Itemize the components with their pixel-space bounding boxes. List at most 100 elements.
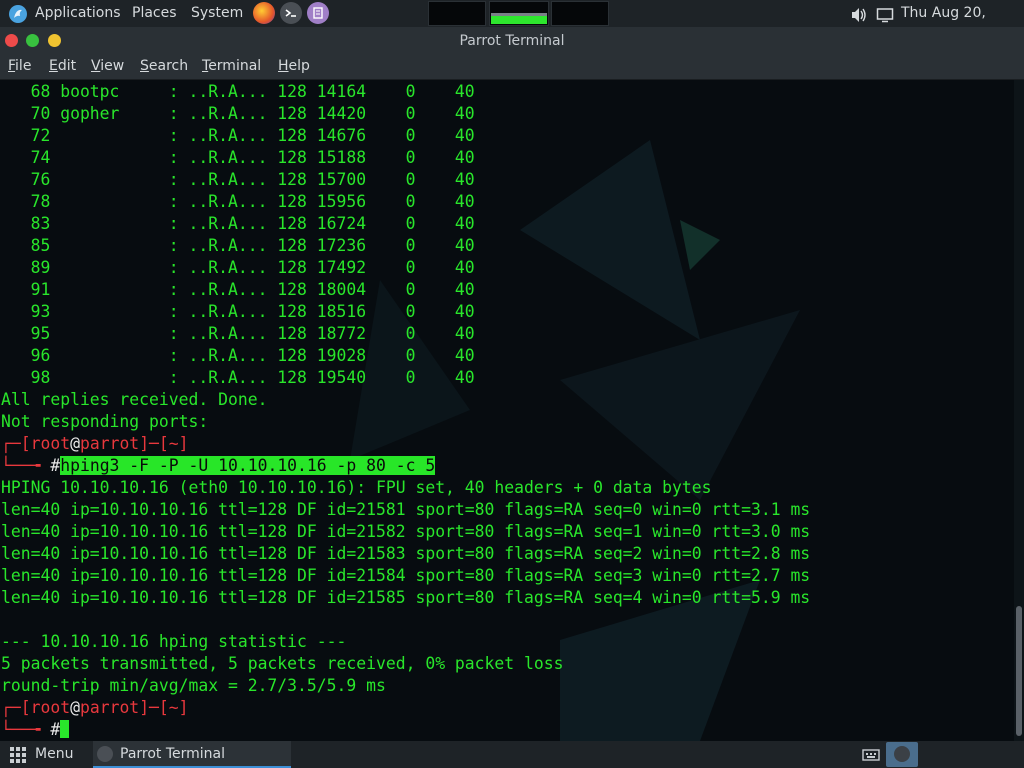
prompt-bracket: ┌─[ xyxy=(1,434,31,453)
system-menu[interactable]: System xyxy=(191,0,243,27)
maximize-icon[interactable] xyxy=(48,34,61,47)
menu-terminal[interactable]: Terminal xyxy=(202,58,261,74)
port-row: 96 : ..R.A... 128 19028 0 40 xyxy=(1,346,475,365)
prompt-hash: # xyxy=(50,456,61,475)
task-label: Parrot Terminal xyxy=(120,746,226,762)
port-row: 83 : ..R.A... 128 16724 0 40 xyxy=(1,214,475,233)
display-icon[interactable] xyxy=(876,6,894,23)
window-titlebar[interactable]: Parrot Terminal xyxy=(0,27,1024,55)
prompt-bracket: ]─[ xyxy=(139,698,169,717)
port-row: 76 : ..R.A... 128 15700 0 40 xyxy=(1,170,475,189)
text-cursor xyxy=(60,720,70,738)
stats-header-line: --- 10.10.10.16 hping statistic --- xyxy=(1,632,347,651)
prompt-corner: └──╼ xyxy=(1,720,51,739)
scan-done-line: All replies received. Done. xyxy=(1,390,268,409)
port-row: 98 : ..R.A... 128 19540 0 40 xyxy=(1,368,475,387)
menu-search[interactable]: Search xyxy=(140,58,188,74)
menu-edit[interactable]: Edit xyxy=(49,58,76,74)
prompt-dir: ~ xyxy=(168,434,179,453)
port-row: 72 : ..R.A... 128 14676 0 40 xyxy=(1,126,475,145)
port-row: 95 : ..R.A... 128 18772 0 40 xyxy=(1,324,475,343)
menu-view-mnemonic: V xyxy=(91,58,101,74)
menu-file[interactable]: File xyxy=(8,58,31,74)
bottom-taskbar: Menu Parrot Terminal xyxy=(0,741,1024,768)
menu-file-rest: ile xyxy=(15,58,32,74)
network-monitor-graph xyxy=(551,1,609,26)
menu-search-mnemonic: S xyxy=(140,58,149,74)
prompt-bracket: ] xyxy=(178,434,189,453)
firefox-icon[interactable] xyxy=(253,2,275,24)
tray-terminal-button[interactable] xyxy=(886,742,918,767)
menu-edit-mnemonic: E xyxy=(49,58,58,74)
port-row: 85 : ..R.A... 128 17236 0 40 xyxy=(1,236,475,255)
applications-menu[interactable]: Applications xyxy=(35,0,121,27)
volume-icon[interactable] xyxy=(850,6,868,22)
keyboard-icon[interactable] xyxy=(862,747,880,767)
port-row: 93 : ..R.A... 128 18516 0 40 xyxy=(1,302,475,321)
port-row: 89 : ..R.A... 128 17492 0 40 xyxy=(1,258,475,277)
menubar: File Edit View Search Terminal Help xyxy=(0,55,1024,80)
command-line: └──╼ #hping3 -F -P -U 10.10.10.16 -p 80 … xyxy=(1,455,810,477)
prompt-dir: ~ xyxy=(168,698,179,717)
prompt-corner: └──╼ xyxy=(1,456,51,475)
terminal-task-icon xyxy=(97,746,113,762)
prompt-hash: # xyxy=(50,720,61,739)
reply-line: len=40 ip=10.10.10.16 ttl=128 DF id=2158… xyxy=(1,588,811,607)
grid-menu-icon[interactable] xyxy=(10,747,26,767)
prompt-bracket: ┌─[ xyxy=(1,698,31,717)
menu-help-mnemonic: H xyxy=(278,58,289,74)
menu-button[interactable]: Menu xyxy=(35,746,73,762)
close-icon[interactable] xyxy=(5,34,18,47)
hping-header-line: HPING 10.10.10.16 (eth0 10.10.10.16): FP… xyxy=(1,478,712,497)
tray-terminal-icon xyxy=(894,746,910,762)
stats-packets-line: 5 packets transmitted, 5 packets receive… xyxy=(1,654,564,673)
prompt-user: root xyxy=(30,698,71,717)
prompt-at: @ xyxy=(70,434,80,453)
port-row: 70 gopher : ..R.A... 128 14420 0 40 xyxy=(1,104,475,123)
command-text: hping3 -F -P -U 10.10.10.16 -p 80 -c 5 xyxy=(60,456,436,475)
menu-search-rest: earch xyxy=(148,58,189,74)
menu-help[interactable]: Help xyxy=(278,58,310,74)
port-row: 91 : ..R.A... 128 18004 0 40 xyxy=(1,280,475,299)
cpu-monitor-graph xyxy=(428,1,486,26)
stats-rtt-line: round-trip min/avg/max = 2.7/3.5/5.9 ms xyxy=(1,676,386,695)
reply-line: len=40 ip=10.10.10.16 ttl=128 DF id=2158… xyxy=(1,522,811,541)
prompt-host: parrot xyxy=(79,434,140,453)
reply-line: len=40 ip=10.10.10.16 ttl=128 DF id=2158… xyxy=(1,566,811,585)
terminal-output: 68 bootpc : ..R.A... 128 14164 0 40 70 g… xyxy=(1,81,810,741)
port-row: 68 bootpc : ..R.A... 128 14164 0 40 xyxy=(1,82,475,101)
scrollbar-thumb[interactable] xyxy=(1016,606,1022,736)
memory-cache-fill xyxy=(491,13,547,16)
menu-help-rest: elp xyxy=(288,58,310,74)
places-menu[interactable]: Places xyxy=(132,0,177,27)
window-title: Parrot Terminal xyxy=(459,33,565,49)
terminal-scrollbar[interactable] xyxy=(1014,80,1024,741)
prompt-user: root xyxy=(30,434,71,453)
prompt-bracket: ] xyxy=(178,698,189,717)
prompt-line: ┌─[root@parrot]─[~] xyxy=(1,697,810,719)
memory-usage-fill xyxy=(491,16,547,24)
port-row: 78 : ..R.A... 128 15956 0 40 xyxy=(1,192,475,211)
menu-view-rest: iew xyxy=(100,58,125,74)
parrot-logo-icon[interactable] xyxy=(8,4,28,23)
reply-line: len=40 ip=10.10.10.16 ttl=128 DF id=2158… xyxy=(1,544,811,563)
menu-file-mnemonic: F xyxy=(8,58,16,74)
menu-edit-rest: dit xyxy=(57,58,77,74)
menu-view[interactable]: View xyxy=(91,58,124,74)
clock[interactable]: Thu Aug 20, 01:40 xyxy=(901,0,1024,48)
terminal-viewport[interactable]: 68 bootpc : ..R.A... 128 14164 0 40 70 g… xyxy=(0,80,1024,741)
not-responding-line: Not responding ports: xyxy=(1,412,209,431)
minimize-icon[interactable] xyxy=(26,34,39,47)
prompt-line: ┌─[root@parrot]─[~] xyxy=(1,433,810,455)
memory-monitor-graph xyxy=(489,1,549,26)
port-row: 74 : ..R.A... 128 15188 0 40 xyxy=(1,148,475,167)
active-prompt-line: └──╼ # xyxy=(1,719,810,741)
taskbar-task-parrot-terminal[interactable]: Parrot Terminal xyxy=(93,741,291,768)
prompt-bracket: ]─[ xyxy=(139,434,169,453)
menu-terminal-rest: erminal xyxy=(208,58,262,74)
text-editor-icon[interactable] xyxy=(307,2,329,24)
terminal-launcher-icon[interactable] xyxy=(280,2,302,24)
prompt-host: parrot xyxy=(79,698,140,717)
top-panel: Applications Places System Thu Aug 20, 0… xyxy=(0,0,1024,48)
